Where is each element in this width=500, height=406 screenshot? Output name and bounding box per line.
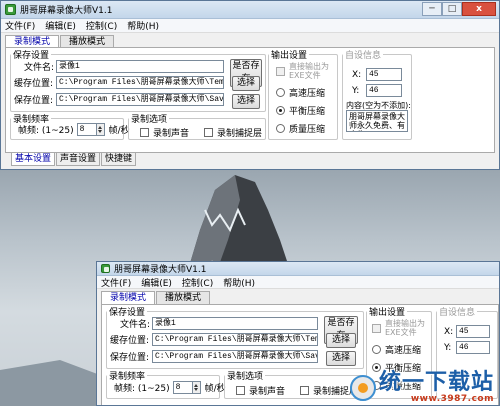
tab-audio-settings[interactable]: 声音设置 [56,153,101,166]
record-cursor-label: 录制捕捉层 [217,129,263,139]
fps-label: 帧频: (1~25) [18,126,74,136]
menu-edit[interactable]: 编辑(E) [45,19,76,32]
settings-tabs: 基本设置 声音设置 快捷键 [11,153,137,166]
balanced-compress-option[interactable]: 平衡压缩 [276,104,325,117]
inner-window-title: 朋哥屏幕录像大师V1.1 [114,265,207,275]
close-button[interactable]: x [462,2,496,16]
inner-tab-play-mode[interactable]: 播放模式 [156,291,211,304]
filename-label: 文件名: [24,63,55,73]
inner-menu-bar: 文件(F) 编辑(E) 控制(C) 帮助(H) [97,276,499,289]
fast-compress-option[interactable]: 高速压缩 [276,86,325,99]
site-watermark: 统一下载站 www.3987.com [349,370,494,404]
record-cursor-checkbox[interactable] [204,128,213,137]
inner-record-audio-checkbox[interactable] [236,386,245,395]
inner-save-location-label: 保存位置: [110,353,150,363]
direct-exe-checkbox[interactable] [276,66,285,76]
inner-fps-input[interactable]: 8 [172,381,193,394]
inner-direct-exe-checkbox[interactable] [372,323,381,333]
inner-custom-info-legend: 自设信息 [439,308,476,318]
inner-tab-record-mode[interactable]: 录制模式 [101,291,156,305]
tab-basic-settings[interactable]: 基本设置 [11,153,56,166]
menu-bar: 文件(F) 编辑(E) 控制(C) 帮助(H) [1,19,499,33]
filename-input[interactable]: 录像1 [56,60,224,73]
inner-fps-label: 帧频: (1~25) [114,384,170,394]
maximize-button[interactable]: □ [442,2,462,16]
save-location-label: 保存位置: [14,96,54,106]
inner-menu-control[interactable]: 控制(C) [182,276,213,289]
inner-filename-input[interactable]: 录像1 [152,317,318,330]
inner-output-settings-legend: 输出设置 [369,308,406,318]
y-input[interactable]: 46 [366,84,402,97]
inner-cache-location-label: 缓存位置: [110,336,150,346]
balanced-compress-radio[interactable] [276,106,285,115]
inner-mode-tabs: 录制模式 播放模式 [97,291,499,305]
inner-app-icon [101,264,110,273]
record-panel: 保存设置 文件名: 录像1 是否存在 缓存位置: C:\Program File… [5,47,495,153]
quality-compress-radio[interactable] [276,124,285,133]
quality-compress-option[interactable]: 质量压缩 [276,122,325,135]
inner-save-select-button[interactable]: 选择 [326,351,356,366]
inner-title-bar[interactable]: 朋哥屏幕录像大师V1.1 [97,262,499,276]
inner-menu-edit[interactable]: 编辑(E) [141,276,172,289]
main-window: 朋哥屏幕录像大师V1.1 ─ □ x 文件(F) 编辑(E) 控制(C) 帮助(… [0,0,500,170]
record-audio-option[interactable]: 录制声音 [140,126,189,139]
inner-cache-location-input[interactable]: C:\Program Files\朋哥屏幕录像大师\TempFiles\ [152,333,318,346]
inner-x-input[interactable]: 45 [456,325,490,338]
direct-exe-label: 直接输出为EXE文件 [289,62,329,80]
watermark-logo-icon [349,375,376,401]
inner-direct-exe-label: 直接输出为EXE文件 [385,319,425,337]
fast-compress-radio[interactable] [276,88,285,97]
inner-fps-spinner[interactable] [192,381,201,394]
inner-fps-unit: 帧/秒 [204,384,226,394]
content-textarea[interactable]: 朋哥屏幕录像大师永久免费、有广告 [346,110,408,132]
save-select-button[interactable]: 选择 [232,94,260,109]
inner-filename-label: 文件名: [120,320,151,330]
record-options-legend: 录制选项 [131,115,168,125]
inner-record-audio-option[interactable]: 录制声音 [236,384,285,397]
fps-input[interactable]: 8 [76,123,97,136]
menu-file[interactable]: 文件(F) [5,19,35,32]
minimize-button[interactable]: ─ [422,2,442,16]
inner-menu-file[interactable]: 文件(F) [101,276,131,289]
fps-spinner[interactable] [96,123,105,136]
inner-y-label: Y: [444,342,452,353]
quality-compress-label: 质量压缩 [289,125,326,135]
inner-record-cursor-checkbox[interactable] [300,386,309,395]
balanced-compress-label: 平衡压缩 [289,107,326,117]
tab-hotkeys[interactable]: 快捷键 [101,153,137,166]
output-settings-legend: 输出设置 [271,51,308,61]
y-label: Y: [352,85,360,96]
inner-save-location-input[interactable]: C:\Program Files\朋哥屏幕录像大师\SaveFiles\ [152,350,318,363]
direct-exe-option[interactable]: 直接输出为EXE文件 [276,62,336,80]
cache-location-input[interactable]: C:\Program Files\朋哥屏幕录像大师\TempFiles\ [56,76,224,89]
menu-control[interactable]: 控制(C) [86,19,117,32]
watermark-url: www.3987.com [410,394,494,404]
app-icon [5,4,16,15]
save-location-input[interactable]: C:\Program Files\朋哥屏幕录像大师\SaveFiles\ [56,93,224,106]
record-audio-checkbox[interactable] [140,128,149,137]
cache-location-label: 缓存位置: [14,79,54,89]
record-cursor-option[interactable]: 录制捕捉层 [204,126,262,139]
window-title: 朋哥屏幕录像大师V1.1 [20,6,113,16]
inner-x-label: X: [444,326,454,337]
inner-fast-compress-option[interactable]: 高速压缩 [372,343,421,356]
cache-select-button[interactable]: 选择 [232,76,260,91]
inner-y-input[interactable]: 46 [456,341,490,354]
inner-fast-compress-radio[interactable] [372,345,381,354]
inner-record-options-legend: 录制选项 [227,372,264,382]
fast-compress-label: 高速压缩 [289,89,326,99]
fps-unit: 帧/秒 [108,126,130,136]
x-input[interactable]: 45 [366,68,402,81]
menu-help[interactable]: 帮助(H) [127,19,159,32]
inner-fast-compress-label: 高速压缩 [385,346,422,356]
title-bar[interactable]: 朋哥屏幕录像大师V1.1 ─ □ x [1,1,499,19]
watermark-brand: 统一下载站 [378,370,494,395]
inner-direct-exe-option[interactable]: 直接输出为EXE文件 [372,319,429,337]
inner-menu-help[interactable]: 帮助(H) [223,276,255,289]
inner-cache-select-button[interactable]: 选择 [326,333,356,348]
record-audio-label: 录制声音 [153,129,190,139]
inner-record-audio-label: 录制声音 [249,387,286,397]
x-label: X: [352,69,362,80]
custom-info-legend: 自设信息 [345,51,382,61]
